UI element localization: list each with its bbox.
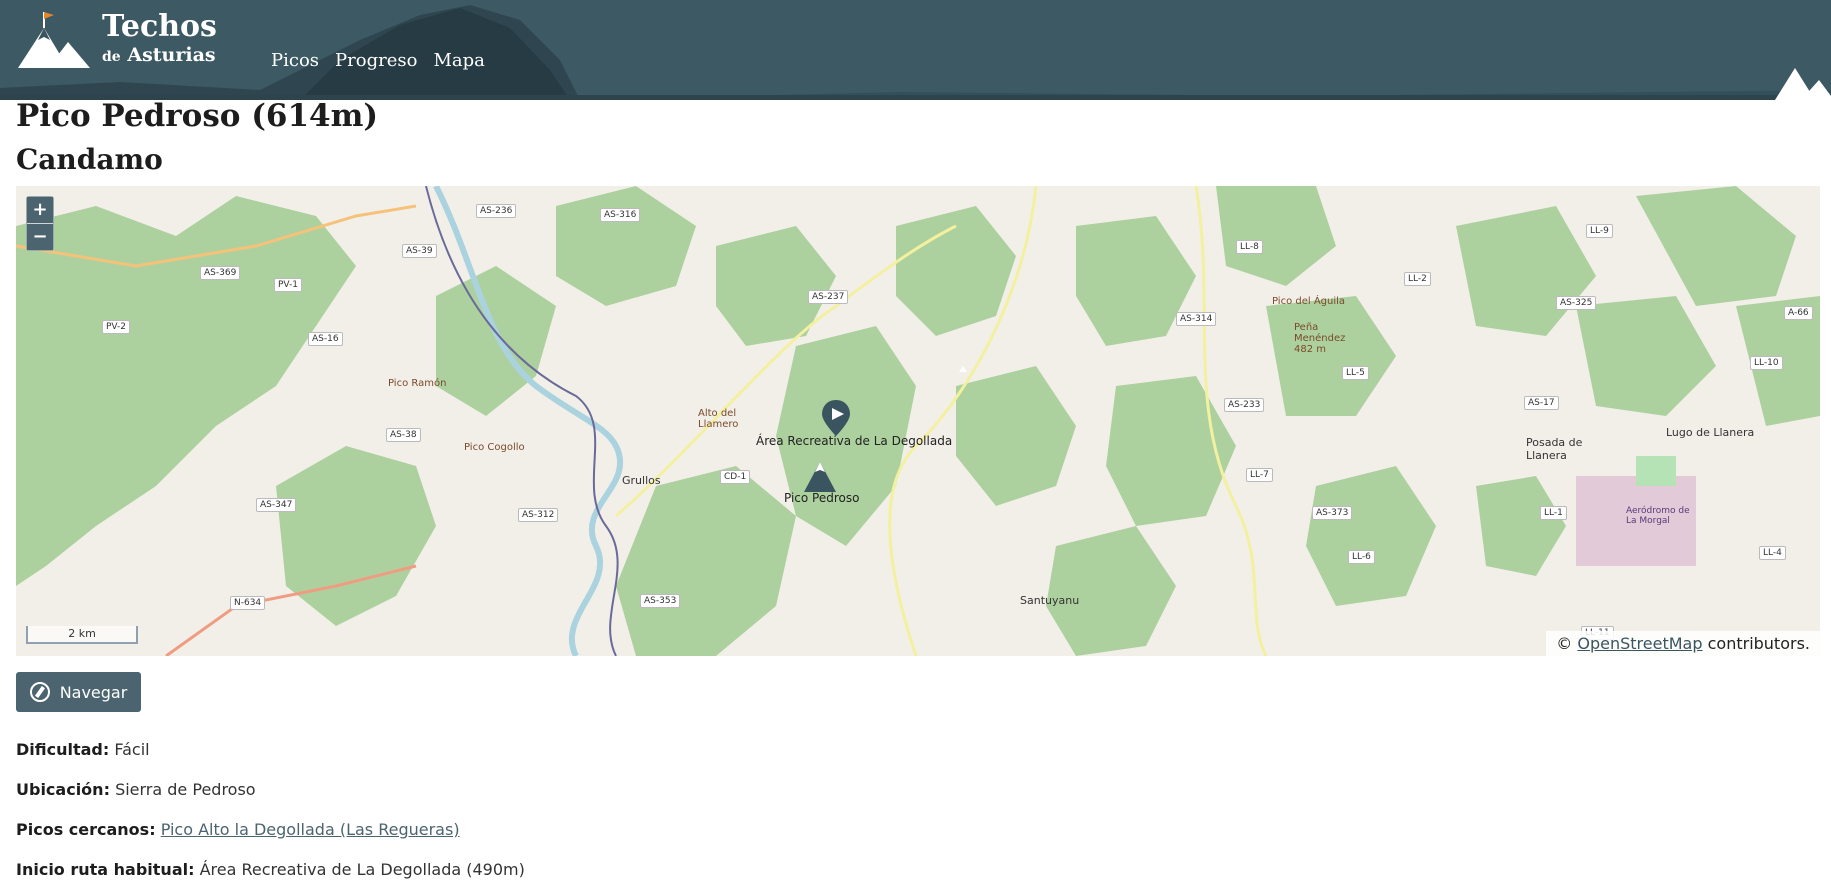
main-nav: Picos Progreso Mapa xyxy=(271,50,485,71)
page-title: Pico Pedroso (614m) xyxy=(16,98,379,134)
nearby-row: Picos cercanos: Pico Alto la Degollada (… xyxy=(16,820,460,839)
road-label: PV-1 xyxy=(274,278,303,292)
place-aerodromo: Aeródromo de La Morgal xyxy=(1626,506,1690,526)
compass-icon xyxy=(29,682,50,702)
brand[interactable]: Techos de Asturias xyxy=(102,10,217,68)
location-value: Sierra de Pedroso xyxy=(115,780,256,799)
attribution-suffix: contributors. xyxy=(1707,634,1810,653)
zoom-out-button[interactable]: − xyxy=(27,224,53,250)
nav-mapa[interactable]: Mapa xyxy=(433,50,484,71)
road-label: LL-6 xyxy=(1348,550,1375,564)
road-label: LL-7 xyxy=(1246,468,1273,482)
road-label: AS-373 xyxy=(1312,506,1353,520)
page-subtitle-region: Candamo xyxy=(16,143,163,176)
road-label: AS-353 xyxy=(640,594,681,608)
difficulty-value: Fácil xyxy=(114,740,150,759)
place-lugo: Lugo de Llanera xyxy=(1666,426,1755,439)
road-label: LL-4 xyxy=(1759,546,1786,560)
peak-marker-icon[interactable] xyxy=(800,456,840,496)
road-label: AS-17 xyxy=(1524,396,1559,410)
location-label: Ubicación: xyxy=(16,780,110,799)
logo-mountain-icon xyxy=(18,12,90,68)
road-label: AS-316 xyxy=(600,208,641,222)
road-label: AS-314 xyxy=(1176,312,1217,326)
brand-subtitle-main: Asturias xyxy=(127,44,216,66)
road-label: LL-1 xyxy=(1540,506,1567,520)
place-alto-llamero: Alto del Llamero xyxy=(698,408,739,430)
road-label: AS-347 xyxy=(256,498,297,512)
start-marker-label: Área Recreativa de La Degollada xyxy=(756,434,953,448)
road-label: AS-16 xyxy=(308,332,343,346)
nearby-peak-link[interactable]: Pico Alto la Degollada (Las Regueras) xyxy=(161,820,460,839)
road-label: AS-39 xyxy=(402,244,437,258)
difficulty-row: Dificultad: Fácil xyxy=(16,740,150,759)
road-label: AS-38 xyxy=(386,428,421,442)
road-label: LL-5 xyxy=(1342,366,1369,380)
route-start-row: Inicio ruta habitual: Área Recreativa de… xyxy=(16,860,525,879)
attribution-link[interactable]: OpenStreetMap xyxy=(1577,634,1702,653)
zoom-in-button[interactable]: + xyxy=(27,197,53,224)
brand-title: Techos xyxy=(102,9,217,44)
map-attribution: © OpenStreetMap contributors. xyxy=(1546,631,1820,656)
corner-peaks-icon xyxy=(1775,68,1831,100)
road-label: CD-1 xyxy=(720,470,751,484)
road-label: AS-369 xyxy=(200,266,241,280)
road-label: AS-325 xyxy=(1556,296,1597,310)
difficulty-label: Dificultad: xyxy=(16,740,110,759)
road-label: AS-233 xyxy=(1224,398,1265,412)
brand-subtitle: de Asturias xyxy=(102,44,217,68)
route-start-label: Inicio ruta habitual: xyxy=(16,860,195,879)
peak-marker-label: Pico Pedroso xyxy=(784,491,860,505)
nav-picos[interactable]: Picos xyxy=(271,50,319,71)
route-start-value: Área Recreativa de La Degollada (490m) xyxy=(199,860,525,879)
nav-progreso[interactable]: Progreso xyxy=(335,50,417,71)
brand-subtitle-de: de xyxy=(102,49,121,65)
attribution-copyright: © xyxy=(1556,634,1573,653)
map-scale: 2 km xyxy=(26,626,138,644)
place-pico-ramon: Pico Ramón xyxy=(388,378,447,389)
zoom-control: + − xyxy=(26,196,54,251)
road-label: AS-237 xyxy=(808,290,849,304)
location-row: Ubicación: Sierra de Pedroso xyxy=(16,780,256,799)
map-tiles[interactable] xyxy=(16,186,1820,656)
place-pena-menendez: Peña Menéndez 482 m xyxy=(1294,322,1346,355)
road-label: LL-10 xyxy=(1750,356,1783,370)
road-label: LL-8 xyxy=(1236,240,1263,254)
site-header: Techos de Asturias Picos Progreso Mapa xyxy=(0,0,1831,100)
road-label: A-66 xyxy=(1784,306,1813,320)
place-pico-aguila: Pico del Águila xyxy=(1272,296,1346,307)
map[interactable]: Área Recreativa de La Degollada Pico Ped… xyxy=(16,186,1820,656)
road-label: AS-236 xyxy=(476,204,517,218)
road-label: LL-2 xyxy=(1404,272,1431,286)
road-label: N-634 xyxy=(230,596,266,610)
navigate-button[interactable]: Navegar xyxy=(16,672,141,712)
place-posada: Posada de Llanera xyxy=(1526,436,1583,462)
nearby-label: Picos cercanos: xyxy=(16,820,156,839)
place-santuyanu: Santuyanu xyxy=(1020,594,1080,607)
road-label: LL-9 xyxy=(1586,224,1613,238)
navigate-label: Navegar xyxy=(59,682,128,702)
place-pico-cogollo: Pico Cogollo xyxy=(464,442,525,453)
place-grullos: Grullos xyxy=(622,474,661,487)
road-label: AS-312 xyxy=(518,508,559,522)
road-label: PV-2 xyxy=(102,320,131,334)
